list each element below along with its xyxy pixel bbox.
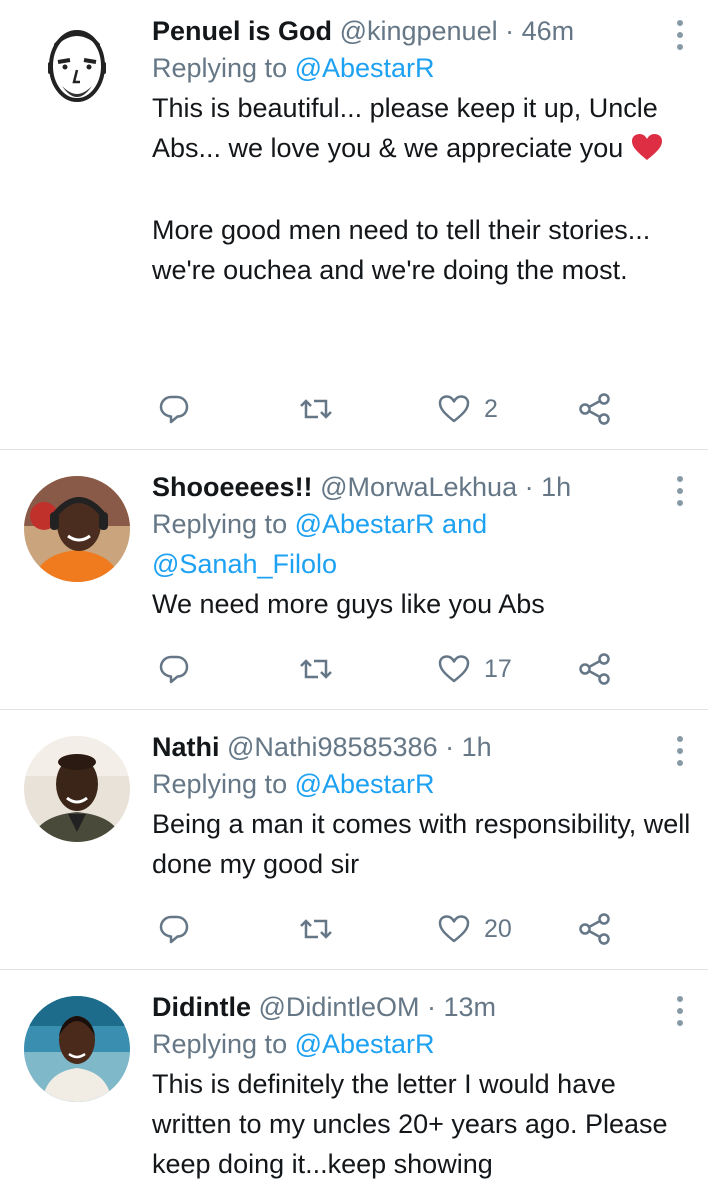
separator-dot: · [505, 16, 515, 46]
retweet-button[interactable] [298, 649, 348, 689]
tweet[interactable]: Nathi @Nathi98585386 · 1h Replying to @A… [0, 710, 708, 970]
tweet-actions: 20 [152, 909, 632, 949]
tweet[interactable]: Penuel is God @kingpenuel · 46m Replying… [0, 0, 708, 450]
separator-dot: · [426, 992, 436, 1022]
replying-prefix: Replying to [152, 509, 295, 539]
tweet-text: This is beautiful... please keep it up, … [152, 88, 692, 290]
share-icon [579, 393, 610, 425]
more-options-button[interactable] [670, 18, 690, 52]
replying-prefix: Replying to [152, 53, 295, 83]
heart-icon [438, 655, 470, 683]
author-handle[interactable]: @DidintleOM [259, 992, 420, 1022]
separator-dot: · [445, 732, 455, 762]
replying-to: Replying to @AbestarR [152, 764, 692, 804]
author-name[interactable]: Didintle [152, 992, 251, 1022]
tweet-actions: 17 [152, 649, 632, 689]
timestamp[interactable]: 1h [541, 472, 571, 502]
tweet-header: Shooeeees!! @MorwaLekhua · 1h [152, 470, 692, 504]
more-options-button[interactable] [670, 994, 690, 1028]
replying-prefix: Replying to [152, 769, 295, 799]
timestamp[interactable]: 46m [522, 16, 575, 46]
more-vertical-icon [677, 996, 683, 1002]
like-count: 2 [484, 395, 498, 423]
tweet-paragraph: We need more guys like you Abs [152, 589, 545, 619]
reply-button[interactable] [158, 389, 204, 429]
tweet-paragraph: This is beautiful... please keep it up, … [152, 88, 692, 172]
mention-link[interactable]: @AbestarR [295, 1029, 435, 1059]
more-vertical-icon [677, 476, 683, 482]
reply-button[interactable] [158, 909, 204, 949]
like-button[interactable]: 2 [438, 389, 498, 429]
timestamp[interactable]: 1h [462, 732, 492, 762]
like-button[interactable]: 20 [438, 909, 512, 949]
tweet-header: Didintle @DidintleOM · 13m [152, 990, 692, 1024]
tweet-content: Nathi @Nathi98585386 · 1h Replying to @A… [152, 730, 692, 884]
like-button[interactable]: 17 [438, 649, 512, 689]
tweet-content: Penuel is God @kingpenuel · 46m Replying… [152, 14, 692, 290]
share-button[interactable] [578, 909, 612, 949]
tweet-text: Being a man it comes with responsibility… [152, 804, 692, 884]
tweet-paragraph-text: This is beautiful... please keep it up, … [152, 93, 658, 163]
tweet-header: Penuel is God @kingpenuel · 46m [152, 14, 692, 48]
retweet-button[interactable] [298, 909, 348, 949]
like-count: 20 [484, 915, 512, 943]
author-handle[interactable]: @MorwaLekhua [320, 472, 517, 502]
tweet[interactable]: Shooeeees!! @MorwaLekhua · 1h Replying t… [0, 450, 708, 710]
like-count: 17 [484, 655, 512, 683]
share-icon [579, 913, 610, 945]
replying-to: Replying to @AbestarR and @Sanah_Filolo [152, 504, 692, 584]
avatar[interactable] [24, 476, 130, 582]
tweet-paragraph: This is definitely the letter I would ha… [152, 1069, 668, 1179]
author-name[interactable]: Shooeeees!! [152, 472, 313, 502]
tweet-text: This is definitely the letter I would ha… [152, 1064, 692, 1184]
reply-button[interactable] [158, 649, 204, 689]
tweet-header: Nathi @Nathi98585386 · 1h [152, 730, 692, 764]
mention-link[interactable]: @AbestarR [295, 53, 435, 83]
more-vertical-icon [677, 20, 683, 26]
author-handle[interactable]: @Nathi98585386 [227, 732, 438, 762]
author-handle[interactable]: @kingpenuel [340, 16, 498, 46]
more-options-button[interactable] [670, 474, 690, 508]
tweet-actions: 2 [152, 389, 632, 429]
author-name[interactable]: Penuel is God [152, 16, 332, 46]
replying-to: Replying to @AbestarR [152, 1024, 692, 1064]
reply-icon [159, 915, 189, 944]
author-name[interactable]: Nathi [152, 732, 220, 762]
share-button[interactable] [578, 389, 612, 429]
avatar[interactable] [24, 996, 130, 1102]
replying-to: Replying to @AbestarR [152, 48, 692, 88]
mention-link[interactable]: @Sanah_Filolo [152, 549, 337, 579]
tweet-paragraph: Being a man it comes with responsibility… [152, 809, 691, 879]
tweet-content: Shooeeees!! @MorwaLekhua · 1h Replying t… [152, 470, 692, 624]
avatar[interactable] [24, 736, 130, 842]
red-heart-emoji-icon [631, 132, 663, 172]
more-options-button[interactable] [670, 734, 690, 768]
reply-icon [159, 395, 189, 424]
mention-link[interactable]: @AbestarR [295, 769, 435, 799]
reply-feed: Penuel is God @kingpenuel · 46m Replying… [0, 0, 708, 1184]
retweet-icon [300, 399, 332, 419]
heart-icon [438, 395, 470, 423]
tweet[interactable]: Didintle @DidintleOM · 13m Replying to @… [0, 970, 708, 1184]
mention-link[interactable]: @AbestarR and [295, 509, 488, 539]
replying-prefix: Replying to [152, 1029, 295, 1059]
avatar[interactable] [24, 14, 130, 120]
share-button[interactable] [578, 649, 612, 689]
timestamp[interactable]: 13m [444, 992, 497, 1022]
reply-icon [159, 655, 189, 684]
more-vertical-icon [677, 736, 683, 742]
tweet-paragraph: More good men need to tell their stories… [152, 215, 651, 285]
separator-dot: · [524, 472, 534, 502]
tweet-text: We need more guys like you Abs [152, 584, 692, 624]
retweet-button[interactable] [298, 389, 348, 429]
retweet-icon [300, 659, 332, 679]
share-icon [579, 653, 610, 685]
heart-icon [438, 915, 470, 943]
tweet-content: Didintle @DidintleOM · 13m Replying to @… [152, 990, 692, 1184]
retweet-icon [300, 919, 332, 939]
